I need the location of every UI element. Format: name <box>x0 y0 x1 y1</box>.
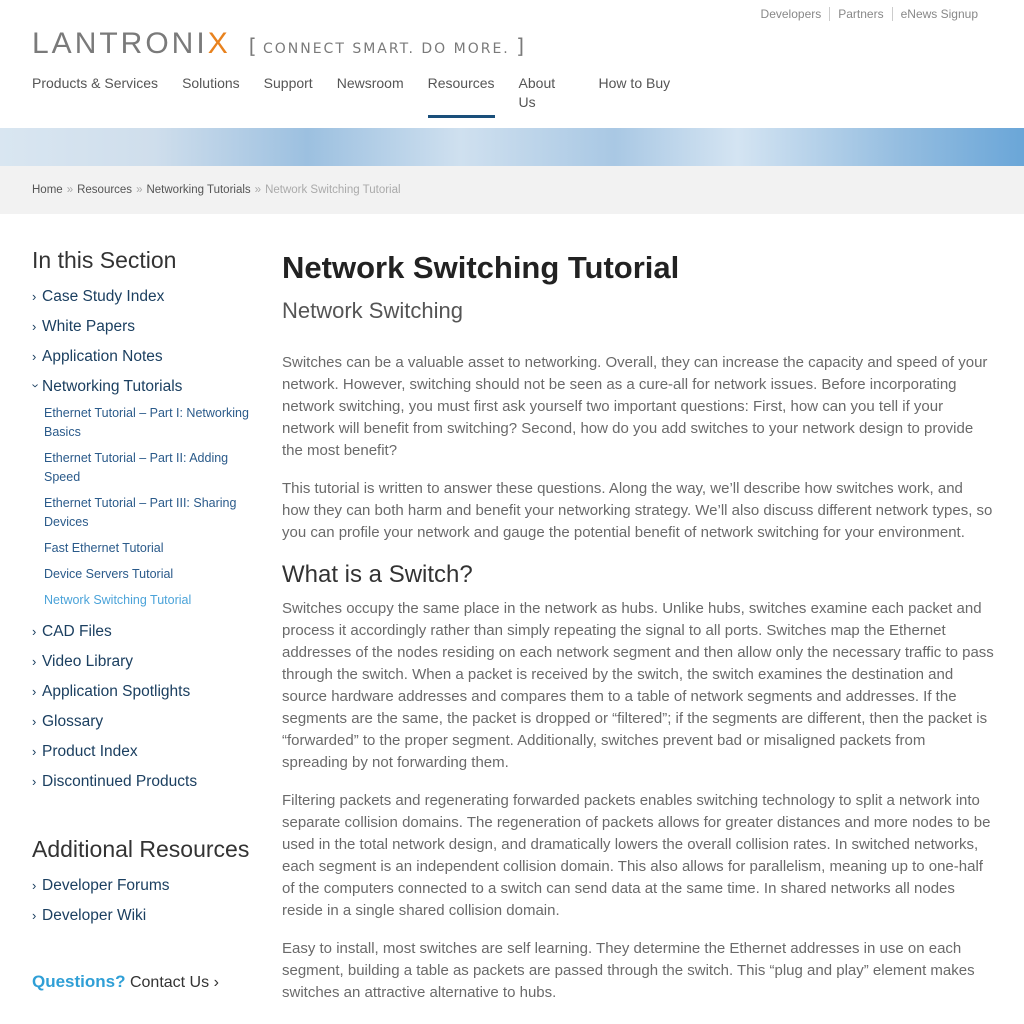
page-title: Network Switching Tutorial <box>282 250 680 285</box>
sidebar-item-label: Application Spotlights <box>42 683 191 700</box>
breadcrumb-resources[interactable]: Resources <box>77 184 132 196</box>
tagline-bracket-open: [ <box>248 34 257 58</box>
sidebar-item-product-index[interactable]: › Product Index <box>32 737 262 767</box>
sidebar-subitem[interactable]: Ethernet Tutorial – Part II: Adding Spee… <box>44 449 262 487</box>
breadcrumb-current: Network Switching Tutorial <box>265 184 401 196</box>
tagline-bracket-close: ] <box>516 34 525 58</box>
article: Network Switching Tutorial Network Switc… <box>282 248 994 1020</box>
breadcrumb-networking-tutorials[interactable]: Networking Tutorials <box>146 184 250 196</box>
breadcrumb: Home» Resources» Networking Tutorials» Netw… <box>0 166 1024 214</box>
breadcrumb-separator: » <box>254 184 262 196</box>
sidebar-item-label: Discontinued Products <box>42 773 198 790</box>
breadcrumb-home[interactable]: Home <box>32 184 63 196</box>
sidebar-item-video-library[interactable]: › Video Library <box>32 647 262 677</box>
logo-word-x: X <box>207 27 231 60</box>
chevron-right-icon: › <box>32 319 37 334</box>
utility-link-enews-signup[interactable]: eNews Signup <box>891 7 986 21</box>
sidebar-item-label: CAD Files <box>42 623 112 640</box>
sidebar: In this Section › Case Study Index › White… <box>29 244 262 931</box>
sidebar-item-label: White Papers <box>42 318 136 335</box>
nav-solutions[interactable]: Solutions <box>182 72 240 118</box>
site-logo[interactable]: LANTRONIX [ CONNECT SMART. DO MORE. ] <box>32 28 524 60</box>
nav-about-us[interactable]: About Us <box>519 72 559 118</box>
nav-support[interactable]: Support <box>264 72 313 118</box>
questions-label: Questions? <box>32 972 126 991</box>
sidebar-item-networking-tutorials[interactable]: ›Networking Tutorials <box>29 372 262 402</box>
chevron-right-icon: › <box>32 774 37 789</box>
sidebar-item-label: Glossary <box>42 713 104 730</box>
nav-products-services[interactable]: Products & Services <box>32 72 158 118</box>
nav-how-to-buy[interactable]: How to Buy <box>599 72 671 118</box>
sidebar-item-developer-forums[interactable]: › Developer Forums <box>32 871 262 901</box>
hero-banner <box>0 128 1024 166</box>
chevron-right-icon: › <box>32 908 37 923</box>
contact-us-link[interactable]: Contact Us › <box>130 974 219 991</box>
chevron-down-icon: › <box>28 383 44 388</box>
questions-contact: Questions? Contact Us › <box>32 972 219 992</box>
chevron-right-icon: › <box>32 289 37 304</box>
section-heading: What is a Switch? <box>282 561 473 588</box>
sidebar-subitem[interactable]: Fast Ethernet Tutorial <box>44 539 262 558</box>
chevron-right-icon: › <box>32 349 37 364</box>
sidebar-item-label: Developer Forums <box>42 877 170 894</box>
tagline-text: CONNECT SMART. DO MORE. <box>262 41 510 57</box>
article-paragraph: Filtering packets and regenerating forwa… <box>282 792 991 919</box>
sidebar-item-label: Case Study Index <box>42 288 165 305</box>
sidebar-subitem-current[interactable]: Network Switching Tutorial <box>44 591 262 610</box>
sidebar-item-label: Video Library <box>42 653 134 670</box>
logo-word-main: LANTRONI <box>32 27 208 60</box>
chevron-right-icon: › <box>32 878 37 893</box>
logo-wordmark: LANTRONIX <box>32 28 231 60</box>
sidebar-item-developer-wiki[interactable]: › Developer Wiki <box>32 901 262 931</box>
page-subtitle: Network Switching <box>282 298 463 323</box>
utility-nav: Developers Partners eNews Signup <box>753 7 986 21</box>
sidebar-item-white-papers[interactable]: › White Papers <box>32 312 262 342</box>
sidebar-submenu: Ethernet Tutorial – Part I: Networking B… <box>44 404 262 610</box>
sidebar-item-cad-files[interactable]: › CAD Files <box>32 617 262 647</box>
contact-us-label: Contact Us <box>129 974 210 991</box>
sidebar-subitem[interactable]: Device Servers Tutorial <box>44 565 262 584</box>
nav-resources[interactable]: Resources <box>427 72 495 118</box>
chevron-right-icon: › <box>32 624 37 639</box>
article-paragraph: Switches occupy the same place in the ne… <box>282 600 994 771</box>
logo-tagline: [ CONNECT SMART. DO MORE. ] <box>249 35 524 60</box>
sidebar-item-label: Product Index <box>42 743 138 760</box>
article-paragraph: This tutorial is written to answer these… <box>282 480 993 541</box>
sidebar-additional-title: Additional Resources <box>32 836 250 862</box>
sidebar-item-glossary[interactable]: › Glossary <box>32 707 262 737</box>
sidebar-item-case-study-index[interactable]: › Case Study Index <box>32 282 262 312</box>
nav-newsroom[interactable]: Newsroom <box>337 72 404 118</box>
sidebar-subitem[interactable]: Ethernet Tutorial – Part III: Sharing De… <box>44 494 262 532</box>
sidebar-item-label: Application Notes <box>42 348 163 365</box>
chevron-right-icon: › <box>32 654 37 669</box>
utility-link-partners[interactable]: Partners <box>829 7 891 21</box>
chevron-right-icon: › <box>213 974 219 991</box>
sidebar-subitem[interactable]: Ethernet Tutorial – Part I: Networking B… <box>44 404 262 442</box>
chevron-right-icon: › <box>32 744 37 759</box>
chevron-right-icon: › <box>32 714 37 729</box>
sidebar-item-application-spotlights[interactable]: › Application Spotlights <box>32 677 262 707</box>
sidebar-item-label: Networking Tutorials <box>42 378 183 395</box>
article-paragraph: Switches can be a valuable asset to netw… <box>282 354 988 459</box>
sidebar-section-title: In this Section <box>32 247 177 273</box>
utility-link-developers[interactable]: Developers <box>753 7 830 21</box>
sidebar-item-label: Developer Wiki <box>42 907 147 924</box>
chevron-right-icon: › <box>32 684 37 699</box>
breadcrumb-separator: » <box>66 184 74 196</box>
sidebar-item-application-notes[interactable]: › Application Notes <box>32 342 262 372</box>
sidebar-item-discontinued-products[interactable]: › Discontinued Products <box>32 767 262 797</box>
article-paragraph: Easy to install, most switches are self … <box>282 940 975 1001</box>
breadcrumb-separator: » <box>136 184 143 196</box>
main-nav: Products & Services Solutions Support Ne… <box>32 72 694 118</box>
